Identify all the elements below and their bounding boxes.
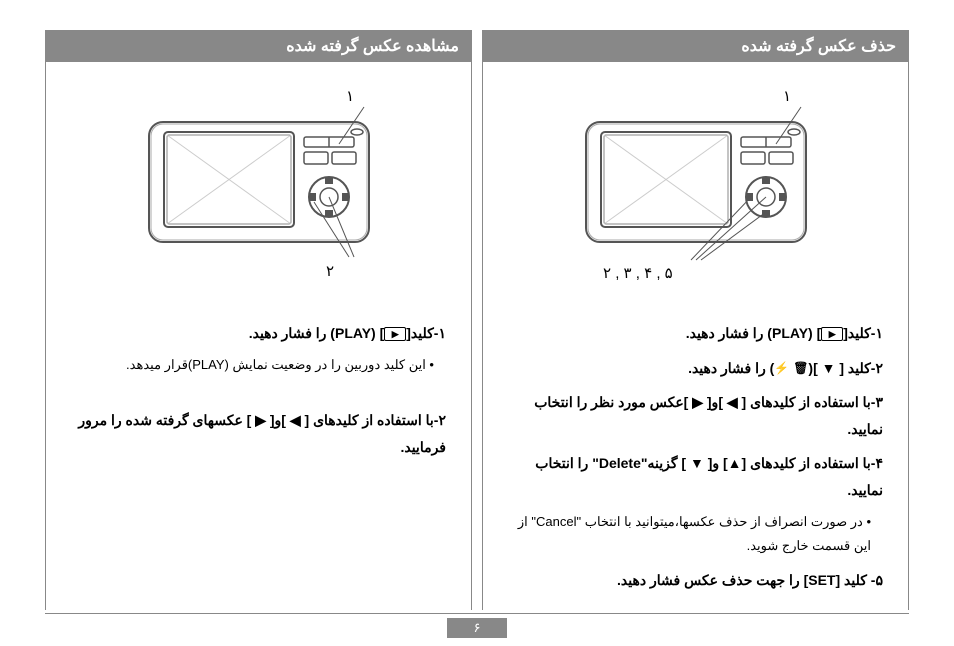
panel-view-title: مشاهده عکس گرفته شده [46, 30, 471, 62]
page-number: ۶ [447, 618, 507, 638]
delete-note-4: • در صورت انصراف از حذف عکسها،میتوانید ب… [508, 510, 883, 559]
view-step-1: ۱-کلید[▶] (PLAY) را فشار دهید. [71, 320, 446, 347]
view-content: ۱-کلید[▶] (PLAY) را فشار دهید. • این کلی… [46, 302, 471, 460]
camera-icon [576, 102, 816, 262]
delete-step-5: ۵- کلید [SET] را جهت حذف عکس فشار دهید. [508, 567, 883, 594]
delete-step-1: ۱-کلید[▶] (PLAY) را فشار دهید. [508, 320, 883, 347]
camera-illustration-view: ۱ ۲ [46, 102, 471, 302]
flash-icon: ⚡ [774, 357, 789, 380]
view-note-1: • این کلید دوربین را در وضعیت نمایش (PLA… [71, 353, 446, 378]
delete-step-4: ۴-با استفاده از کلیدهای [▲] و[ ▼ ] گزینه… [508, 450, 883, 503]
panel-delete-title: حذف عکس گرفته شده [483, 30, 908, 62]
panel-delete-photo: حذف عکس گرفته شده ۱ ۲ , ۳ , ۴ , ۵ [482, 30, 909, 610]
callout-1: ۱ [346, 87, 354, 105]
play-icon: ▶ [384, 327, 406, 341]
callout-2345: ۲ , ۳ , ۴ , ۵ [603, 264, 683, 282]
play-icon: ▶ [821, 327, 843, 341]
delete-step-2: ۲-کلید [ ▼ ](🗑 ⚡) را فشار دهید. [508, 355, 883, 382]
camera-icon [139, 102, 379, 262]
panel-view-photo: مشاهده عکس گرفته شده ۱ ۲ [45, 30, 472, 610]
footer-divider [45, 613, 909, 614]
delete-content: ۱-کلید[▶] (PLAY) را فشار دهید. ۲-کلید [ … [483, 302, 908, 594]
callout-1-del: ۱ [783, 87, 791, 105]
camera-illustration-delete: ۱ ۲ , ۳ , ۴ , ۵ [483, 102, 908, 302]
view-step-2: ۲-با استفاده از کلیدهای [ ◀ ]و[ ▶ ] عکسه… [71, 407, 446, 460]
trash-icon: 🗑 [793, 357, 808, 380]
callout-2: ۲ [326, 262, 334, 280]
delete-step-3: ۳-با استفاده از کلیدهای [ ◀ ]و[ ▶ ]عکس م… [508, 389, 883, 442]
